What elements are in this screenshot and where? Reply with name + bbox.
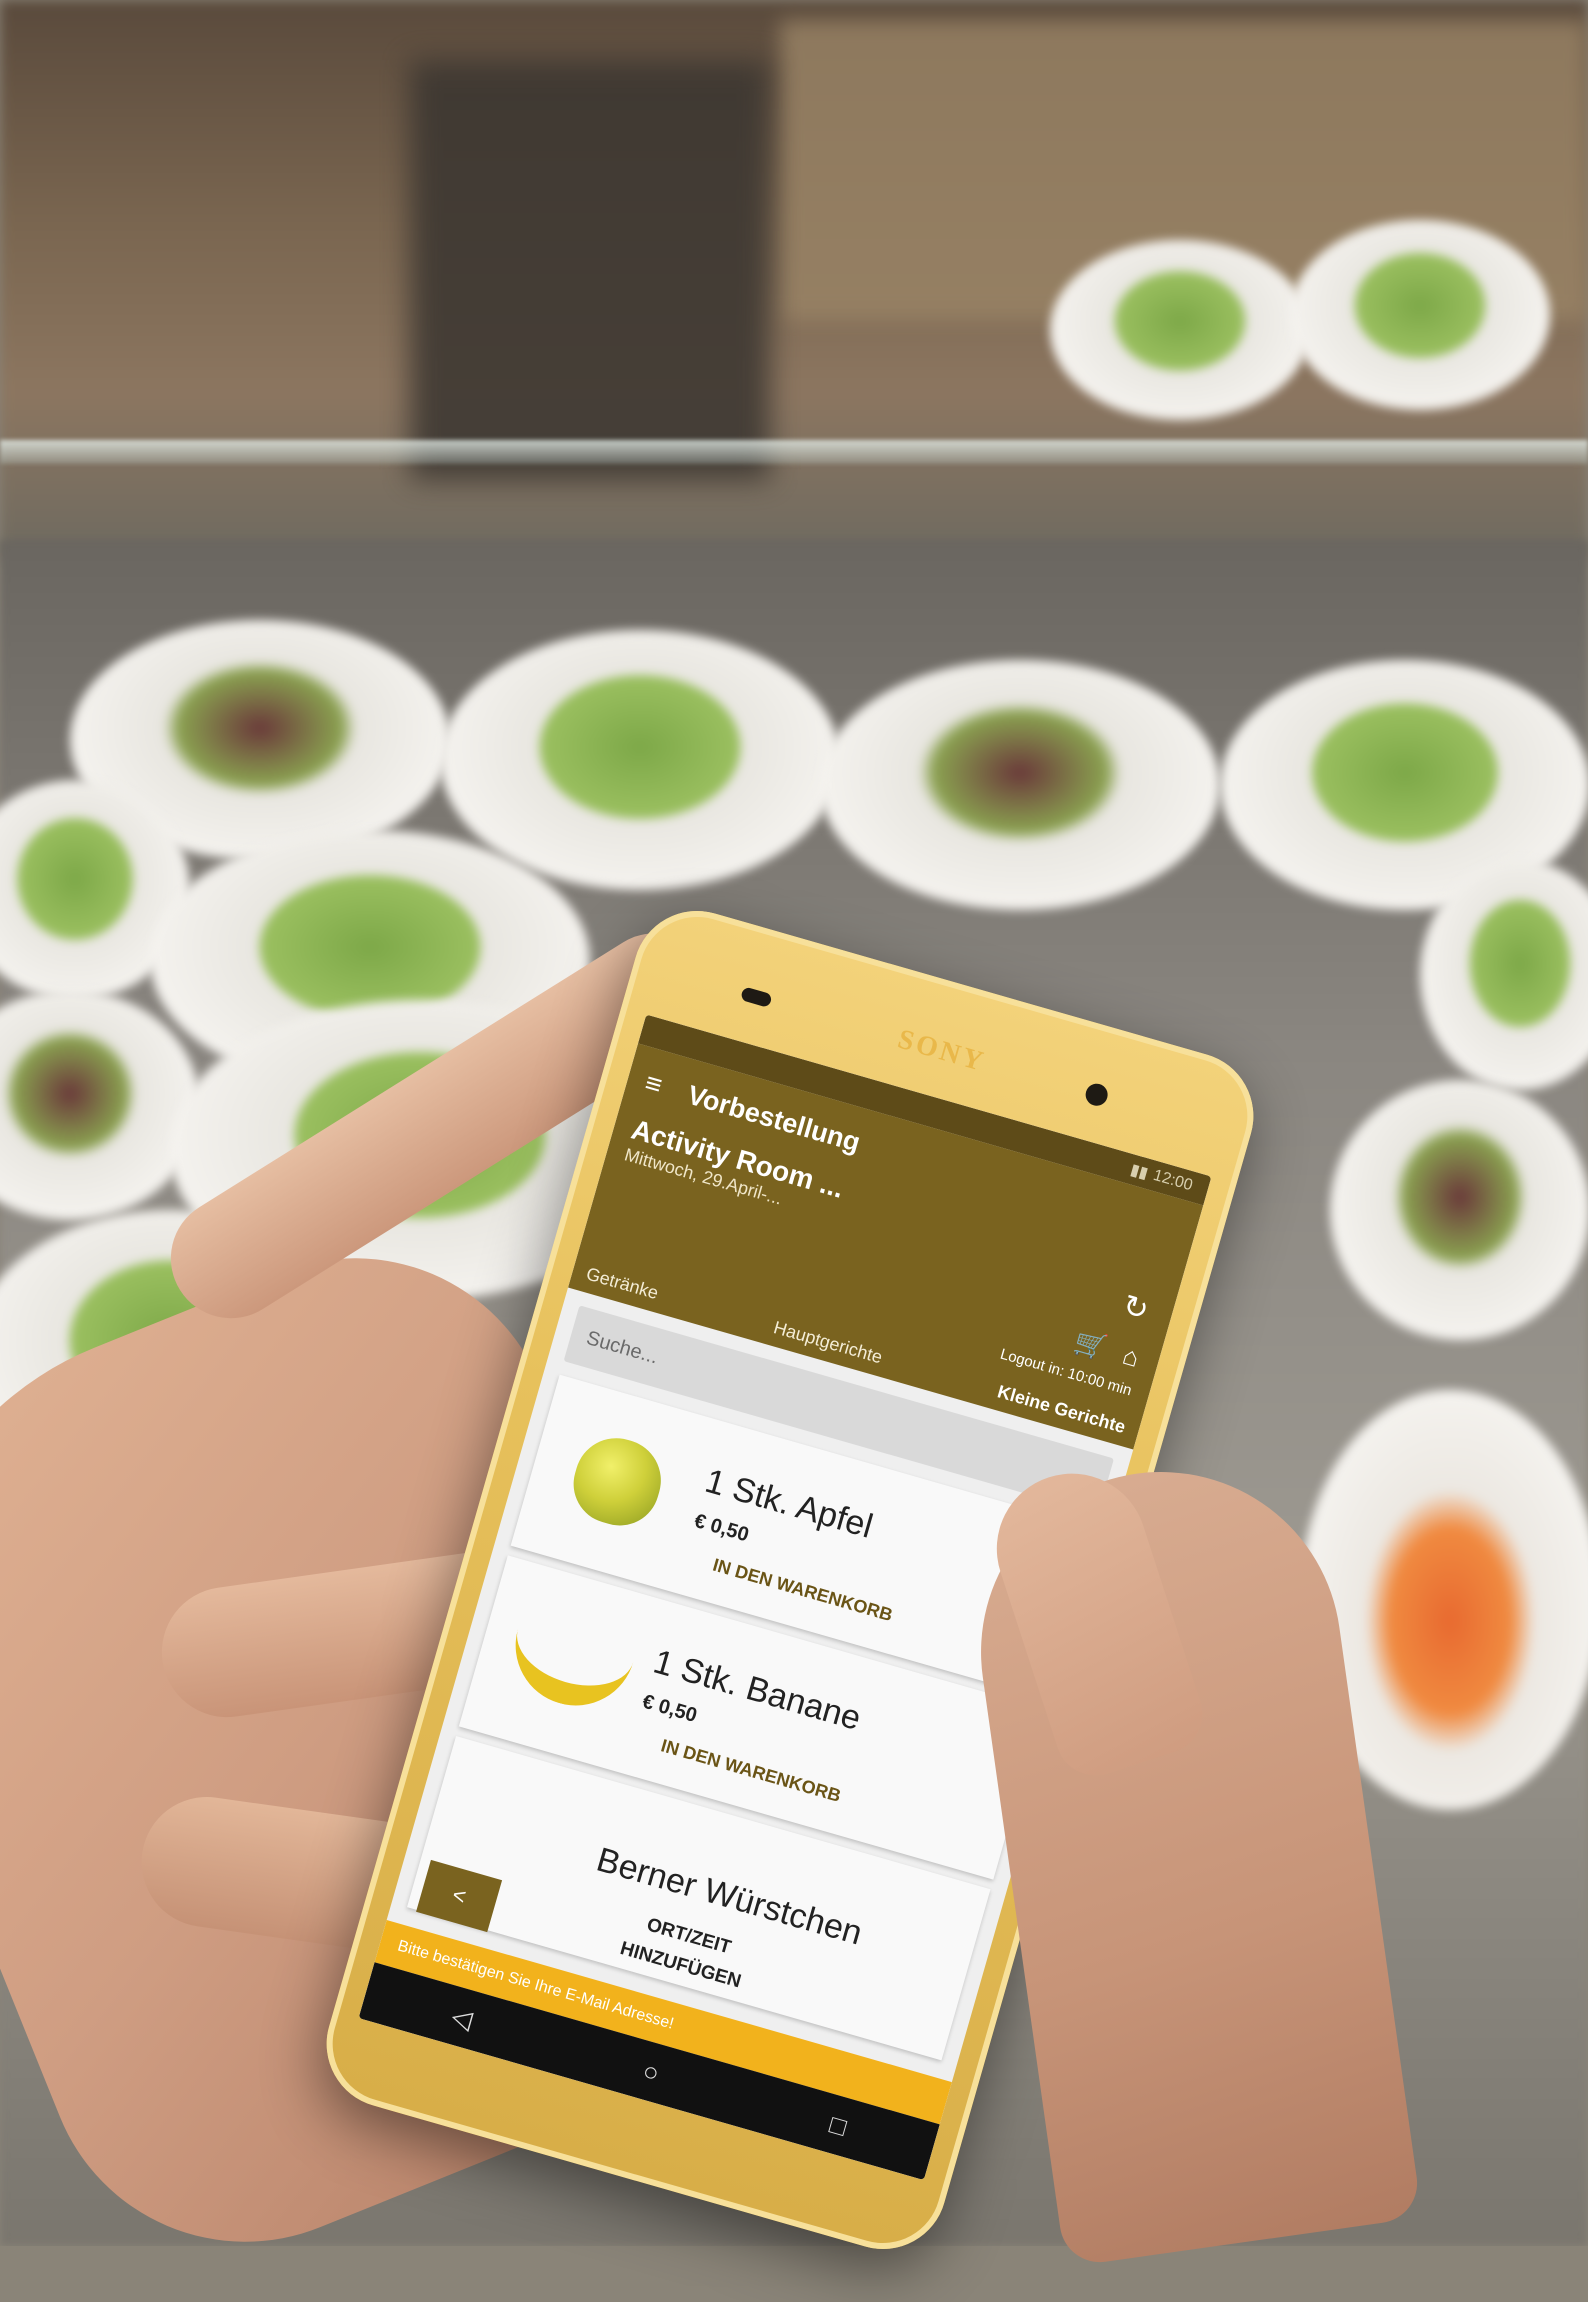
search-placeholder: Suche... [584, 1326, 661, 1368]
tab-getraenke[interactable]: Getränke [584, 1263, 661, 1304]
salad-bowl [1290, 220, 1550, 410]
nav-back-icon[interactable]: ◁ [448, 2000, 475, 2035]
salad-bowl [1330, 1080, 1588, 1340]
appbar-actions: 🛒 ⌂ [1071, 1326, 1143, 1374]
salad-bowl [820, 660, 1220, 910]
nav-home-icon[interactable]: ○ [639, 2055, 663, 2089]
cart-icon[interactable]: 🛒 [1071, 1326, 1110, 1365]
clock: 12:00 [1151, 1166, 1195, 1195]
nav-recents-icon[interactable]: □ [826, 2108, 850, 2142]
home-icon[interactable]: ⌂ [1119, 1340, 1142, 1374]
background-shadow [410, 60, 770, 480]
hamburger-menu-icon[interactable]: ≡ [641, 1067, 666, 1102]
add-to-cart-button[interactable]: IN DEN WARENKORB [710, 1555, 895, 1626]
battery-icon: ▮▮ [1128, 1161, 1150, 1183]
banana-image [498, 1592, 634, 1728]
add-to-cart-button[interactable]: IN DEN WARENKORB [659, 1735, 843, 1806]
sneeze-guard [0, 440, 1588, 464]
tab-hauptgerichte[interactable]: Hauptgerichte [771, 1317, 884, 1368]
product-price: € 0,50 [639, 1690, 700, 1728]
salad-bowl [1050, 240, 1310, 420]
product-price: € 0,50 [691, 1509, 752, 1547]
salad-bowl [440, 630, 840, 890]
apple-image [550, 1412, 686, 1548]
